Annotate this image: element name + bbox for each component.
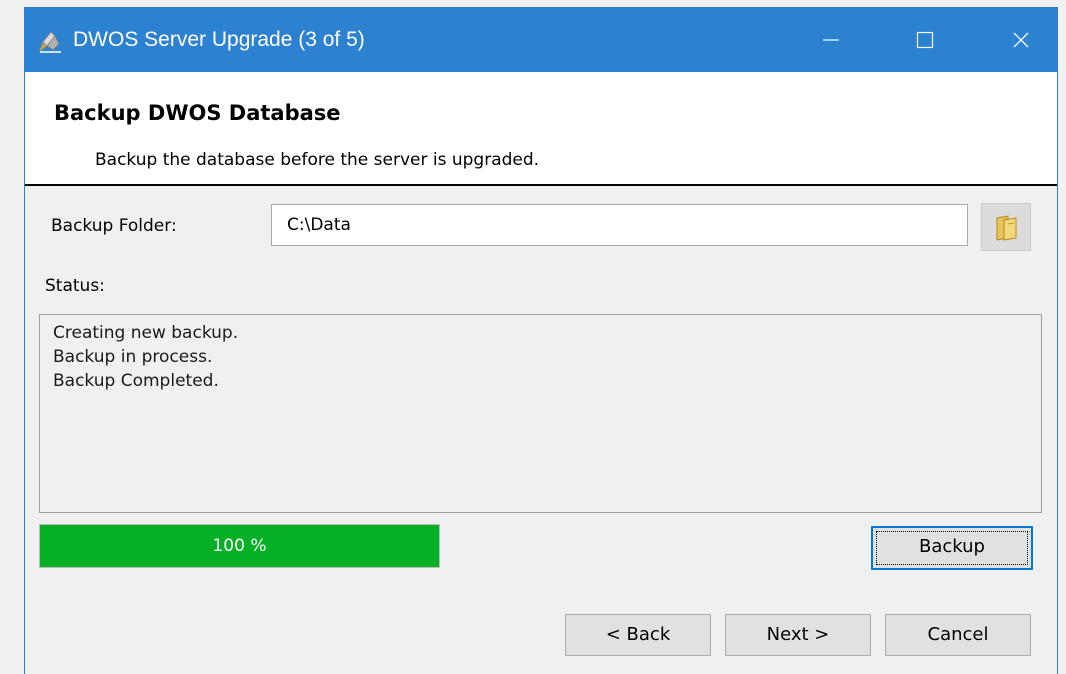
upgrade-wizard-window: DWOS Server Upgrade (3 of 5) Backup DWOS… — [24, 7, 1058, 674]
backup-folder-input[interactable]: C:\Data — [271, 204, 968, 246]
wizard-header: Backup DWOS Database Backup the database… — [25, 72, 1057, 186]
close-icon — [1013, 32, 1029, 48]
progress-text: 100 % — [212, 536, 267, 556]
dwos-app-icon — [37, 30, 63, 54]
desktop-background — [0, 0, 24, 674]
page-title: Backup DWOS Database — [54, 101, 341, 125]
page-subtitle: Backup the database before the server is… — [95, 150, 540, 170]
maximize-icon — [916, 31, 934, 49]
minimize-button[interactable] — [797, 8, 865, 72]
status-line: Backup in process. — [53, 347, 213, 367]
backup-button[interactable]: Backup — [871, 526, 1033, 570]
back-button[interactable]: < Back — [565, 614, 711, 656]
folder-icon — [996, 215, 1017, 241]
status-line: Creating new backup. — [53, 323, 239, 343]
maximize-button[interactable] — [891, 8, 959, 72]
cancel-button[interactable]: Cancel — [885, 614, 1031, 656]
status-label: Status: — [45, 276, 105, 296]
close-button[interactable] — [987, 8, 1055, 72]
focus-ring — [876, 531, 1028, 565]
minimize-icon — [823, 39, 839, 41]
next-button[interactable]: Next > — [725, 614, 871, 656]
status-line: Backup Completed. — [53, 371, 219, 391]
backup-progress-bar: 100 % — [39, 524, 440, 568]
title-bar[interactable]: DWOS Server Upgrade (3 of 5) — [25, 8, 1057, 72]
status-log[interactable]: Creating new backup. Backup in process. … — [39, 314, 1042, 513]
backup-folder-label: Backup Folder: — [51, 216, 177, 236]
browse-folder-button[interactable] — [981, 203, 1031, 251]
window-title: DWOS Server Upgrade (3 of 5) — [73, 28, 365, 51]
